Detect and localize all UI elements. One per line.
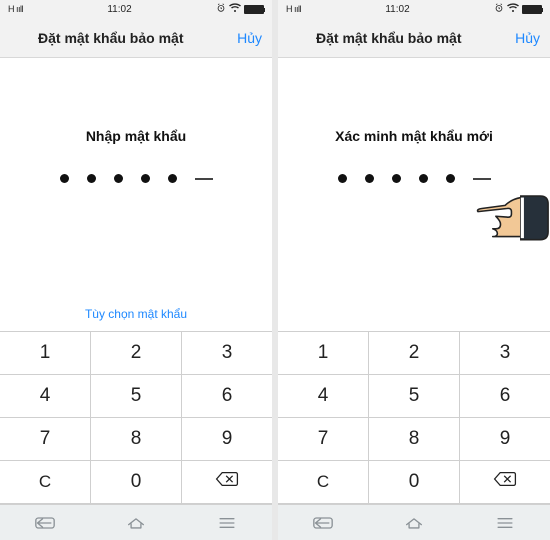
nav-bar	[0, 504, 272, 540]
passcode-empty	[195, 178, 213, 180]
passcode-dot	[365, 174, 374, 183]
clock: 11:02	[23, 4, 216, 15]
key-0[interactable]: 0	[369, 461, 460, 504]
key-7[interactable]: 7	[0, 418, 91, 461]
key-9[interactable]: 9	[460, 418, 550, 461]
key-6[interactable]: 6	[182, 375, 272, 418]
clock: 11:02	[301, 4, 494, 15]
key-1[interactable]: 1	[0, 332, 91, 375]
passcode-dot	[446, 174, 455, 183]
key-0[interactable]: 0	[91, 461, 182, 504]
passcode-dot	[60, 174, 69, 183]
phone-left: H ııll 11:02 Đặt mật khẩu bảo mật Hủy Nh…	[0, 0, 272, 540]
key-3[interactable]: 3	[182, 332, 272, 375]
backspace-icon	[215, 471, 239, 493]
key-clear[interactable]: C	[0, 461, 91, 504]
passcode-dots	[338, 174, 491, 183]
content-area: Xác minh mật khẩu mới	[278, 58, 550, 331]
key-7[interactable]: 7	[278, 418, 369, 461]
battery-icon	[244, 5, 264, 14]
key-backspace[interactable]	[460, 461, 550, 504]
signal-indicator: H ııll	[8, 4, 23, 14]
page-title: Đặt mật khẩu bảo mật	[10, 30, 237, 46]
key-4[interactable]: 4	[0, 375, 91, 418]
page-title: Đặt mật khẩu bảo mật	[288, 30, 515, 46]
backspace-icon	[493, 471, 517, 493]
key-3[interactable]: 3	[460, 332, 550, 375]
passcode-dot	[87, 174, 96, 183]
header: Đặt mật khẩu bảo mật Hủy	[0, 18, 272, 58]
nav-back[interactable]	[278, 505, 369, 540]
passcode-dot	[114, 174, 123, 183]
header: Đặt mật khẩu bảo mật Hủy	[278, 18, 550, 58]
passcode-empty	[473, 178, 491, 180]
nav-bar	[278, 504, 550, 540]
passcode-dot	[338, 174, 347, 183]
cancel-button[interactable]: Hủy	[237, 30, 262, 46]
content-area: Nhập mật khẩu Tùy chọn mật khẩu	[0, 58, 272, 331]
key-8[interactable]: 8	[369, 418, 460, 461]
nav-recent[interactable]	[459, 505, 550, 540]
nav-home[interactable]	[91, 505, 182, 540]
alarm-icon	[216, 3, 226, 16]
key-backspace[interactable]	[182, 461, 272, 504]
key-5[interactable]: 5	[369, 375, 460, 418]
keypad: 1 2 3 4 5 6 7 8 9 C 0	[278, 331, 550, 504]
key-4[interactable]: 4	[278, 375, 369, 418]
key-1[interactable]: 1	[278, 332, 369, 375]
password-options-link[interactable]: Tùy chọn mật khẩu	[85, 307, 187, 321]
key-clear[interactable]: C	[278, 461, 369, 504]
phone-right: H ııll 11:02 Đặt mật khẩu bảo mật Hủy Xá…	[278, 0, 550, 540]
prompt-text: Nhập mật khẩu	[86, 128, 186, 144]
key-8[interactable]: 8	[91, 418, 182, 461]
passcode-dot	[392, 174, 401, 183]
passcode-dot	[419, 174, 428, 183]
wifi-icon	[229, 3, 241, 16]
key-2[interactable]: 2	[369, 332, 460, 375]
prompt-text: Xác minh mật khẩu mới	[335, 128, 493, 144]
key-9[interactable]: 9	[182, 418, 272, 461]
passcode-dot	[141, 174, 150, 183]
wifi-icon	[507, 3, 519, 16]
battery-icon	[522, 5, 542, 14]
nav-recent[interactable]	[181, 505, 272, 540]
key-2[interactable]: 2	[91, 332, 182, 375]
signal-indicator: H ııll	[286, 4, 301, 14]
cancel-button[interactable]: Hủy	[515, 30, 540, 46]
key-5[interactable]: 5	[91, 375, 182, 418]
passcode-dot	[168, 174, 177, 183]
passcode-dots	[60, 174, 213, 183]
keypad: 1 2 3 4 5 6 7 8 9 C 0	[0, 331, 272, 504]
key-6[interactable]: 6	[460, 375, 550, 418]
status-bar: H ııll 11:02	[278, 0, 550, 18]
status-bar: H ııll 11:02	[0, 0, 272, 18]
alarm-icon	[494, 3, 504, 16]
nav-home[interactable]	[369, 505, 460, 540]
nav-back[interactable]	[0, 505, 91, 540]
